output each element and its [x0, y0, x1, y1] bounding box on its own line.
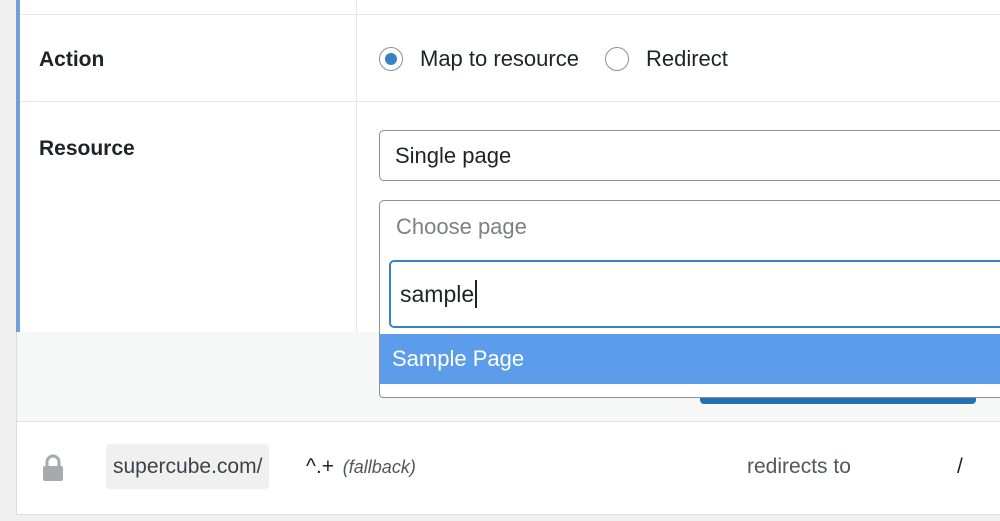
rule-target: / [957, 455, 963, 478]
radio-map-to-resource[interactable]: Map to resource [379, 46, 579, 72]
page-select-dropdown: sample Sample Page [379, 251, 1000, 398]
dropdown-option-sample-page[interactable]: Sample Page [380, 334, 1000, 384]
resource-label: Resource [39, 137, 135, 160]
radio-map-to-resource-label: Map to resource [420, 46, 579, 71]
rule-pattern: ^.+ (fallback) [306, 455, 416, 479]
radio-redirect-label: Redirect [645, 46, 728, 71]
rule-action-text: redirects to [747, 455, 851, 478]
radio-redirect[interactable]: Redirect [604, 46, 728, 72]
page-search-input[interactable]: sample [389, 260, 1000, 328]
rule-pattern-note: (fallback) [342, 457, 416, 477]
action-radio-group: Map to resource Redirect [379, 46, 754, 72]
form-row-previous [20, 0, 1000, 15]
form-row-action: Action Map to resource Redirect [20, 15, 1000, 102]
action-label: Action [39, 48, 105, 71]
rule-domain-chip: supercube.com/ [106, 444, 270, 489]
page-select[interactable]: Choose page [379, 200, 1000, 252]
page-search-value: sample [400, 280, 475, 307]
radio-unselected-icon[interactable] [604, 47, 629, 71]
resource-type-select[interactable]: Single page [379, 130, 1000, 181]
column-divider [356, 0, 357, 332]
rule-pattern-regex: ^.+ [306, 455, 334, 478]
text-cursor [475, 280, 477, 308]
lock-icon [43, 454, 63, 481]
radio-selected-icon[interactable] [379, 47, 403, 71]
